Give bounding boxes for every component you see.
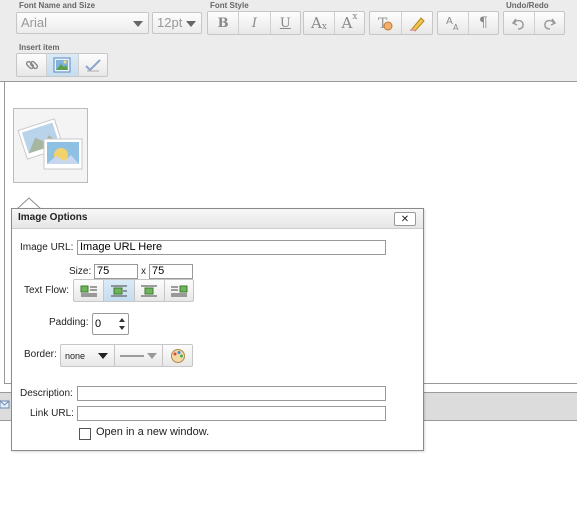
chevron-down-icon	[133, 21, 143, 27]
description-input[interactable]	[77, 386, 386, 401]
link-url-label: Link URL:	[30, 408, 74, 419]
script-buttons: Ax Ax	[303, 11, 365, 35]
svg-text:A: A	[453, 23, 459, 32]
undo-button[interactable]	[504, 12, 535, 34]
insert-buttons	[16, 53, 108, 77]
underline-button[interactable]: U	[271, 12, 300, 34]
color-palette-icon	[170, 348, 185, 363]
font-size-value: 12pt	[157, 15, 183, 30]
close-icon: ✕	[400, 214, 410, 225]
subscript-letter: A	[311, 14, 322, 32]
dialog-title: Image Options	[18, 212, 88, 223]
inserted-image[interactable]	[13, 108, 88, 183]
border-controls: none	[60, 344, 193, 367]
spinner-arrows-icon	[119, 318, 125, 330]
flow-left-button[interactable]	[74, 280, 105, 301]
insert-image-button[interactable]	[47, 54, 79, 76]
close-button[interactable]: ✕	[394, 212, 416, 226]
subscript-button[interactable]: Ax	[304, 12, 335, 34]
dialog-header: Image Options ✕	[12, 209, 423, 229]
insert-group-label: Insert item	[19, 43, 60, 52]
text-flow-label: Text Flow:	[24, 285, 70, 296]
italic-button[interactable]: I	[239, 12, 271, 34]
flow-inline-button[interactable]	[104, 280, 135, 301]
highlighter-icon	[409, 17, 425, 32]
line-style-icon	[119, 355, 144, 356]
svg-text:A: A	[446, 16, 453, 27]
border-label: Border:	[24, 349, 57, 360]
font-name-select[interactable]: Arial	[16, 12, 149, 34]
paragraph-button[interactable]: ¶	[469, 12, 498, 34]
redo-button[interactable]	[535, 12, 564, 34]
font-name-value: Arial	[21, 15, 48, 30]
border-line-select[interactable]	[115, 345, 164, 366]
width-input[interactable]: 75	[94, 264, 138, 279]
border-style-select[interactable]: none	[61, 345, 115, 366]
chevron-down-icon	[147, 353, 158, 359]
font-group-label: Font Name and Size	[19, 1, 96, 10]
undo-group-label: Undo/Redo	[506, 1, 549, 10]
size-separator: x	[141, 266, 146, 277]
new-window-checkbox[interactable]	[79, 428, 91, 440]
editor-toolbar: Font Name and Size Arial 12pt Font Style…	[0, 0, 577, 82]
padding-label: Padding:	[49, 317, 89, 328]
insert-link-button[interactable]	[17, 54, 48, 76]
padding-value: 0	[95, 318, 102, 330]
font-size-select[interactable]: 12pt	[152, 12, 202, 34]
text-flow-buttons	[73, 279, 194, 302]
padding-spinner[interactable]: 0	[92, 313, 129, 335]
checkmark-icon	[85, 59, 101, 72]
subscript-mark: x	[321, 22, 327, 32]
link-icon	[25, 60, 38, 70]
link-url-input[interactable]	[77, 406, 386, 421]
image-icon	[53, 57, 71, 73]
image-url-label: Image URL:	[20, 242, 74, 253]
insert-special-button[interactable]	[79, 54, 107, 76]
image-url-input[interactable]: Image URL Here	[77, 240, 386, 255]
mail-icon	[0, 400, 10, 409]
align-left-image-icon	[80, 285, 97, 296]
undo-redo-buttons	[503, 11, 565, 35]
superscript-button[interactable]: Ax	[335, 12, 364, 34]
color-buttons: T	[369, 11, 433, 35]
align-right-image-icon	[170, 285, 188, 296]
new-window-label: Open in a new window.	[96, 426, 210, 438]
superscript-mark: x	[352, 12, 358, 22]
description-label: Description:	[20, 388, 73, 399]
image-options-dialog: Image Options ✕ Image URL: Image URL Her…	[11, 208, 424, 451]
clear-format-icon: T	[378, 16, 393, 32]
clear-format-button[interactable]: T	[370, 12, 402, 34]
align-center-image-icon	[141, 285, 158, 296]
text-size-icon: AA	[446, 16, 459, 32]
highlight-button[interactable]	[402, 12, 432, 34]
flow-right-button[interactable]	[165, 280, 193, 301]
height-input[interactable]: 75	[149, 264, 193, 279]
superscript-letter: A	[341, 14, 353, 32]
photo-placeholder-icon	[17, 118, 83, 170]
chevron-down-icon	[186, 21, 196, 27]
border-style-value: none	[65, 350, 86, 361]
basic-style-buttons: B I U	[207, 11, 301, 35]
bold-button[interactable]: B	[208, 12, 240, 34]
undo-icon	[511, 18, 524, 30]
redo-icon	[544, 18, 557, 30]
border-color-button[interactable]	[163, 345, 192, 366]
text-size-buttons: AA ¶	[437, 11, 499, 35]
style-group-label: Font Style	[210, 1, 249, 10]
flow-center-button[interactable]	[135, 280, 165, 301]
align-inline-image-icon	[110, 285, 127, 296]
font-size-change-button[interactable]: AA	[438, 12, 469, 34]
size-label: Size:	[69, 266, 92, 277]
chevron-down-icon	[97, 353, 108, 359]
